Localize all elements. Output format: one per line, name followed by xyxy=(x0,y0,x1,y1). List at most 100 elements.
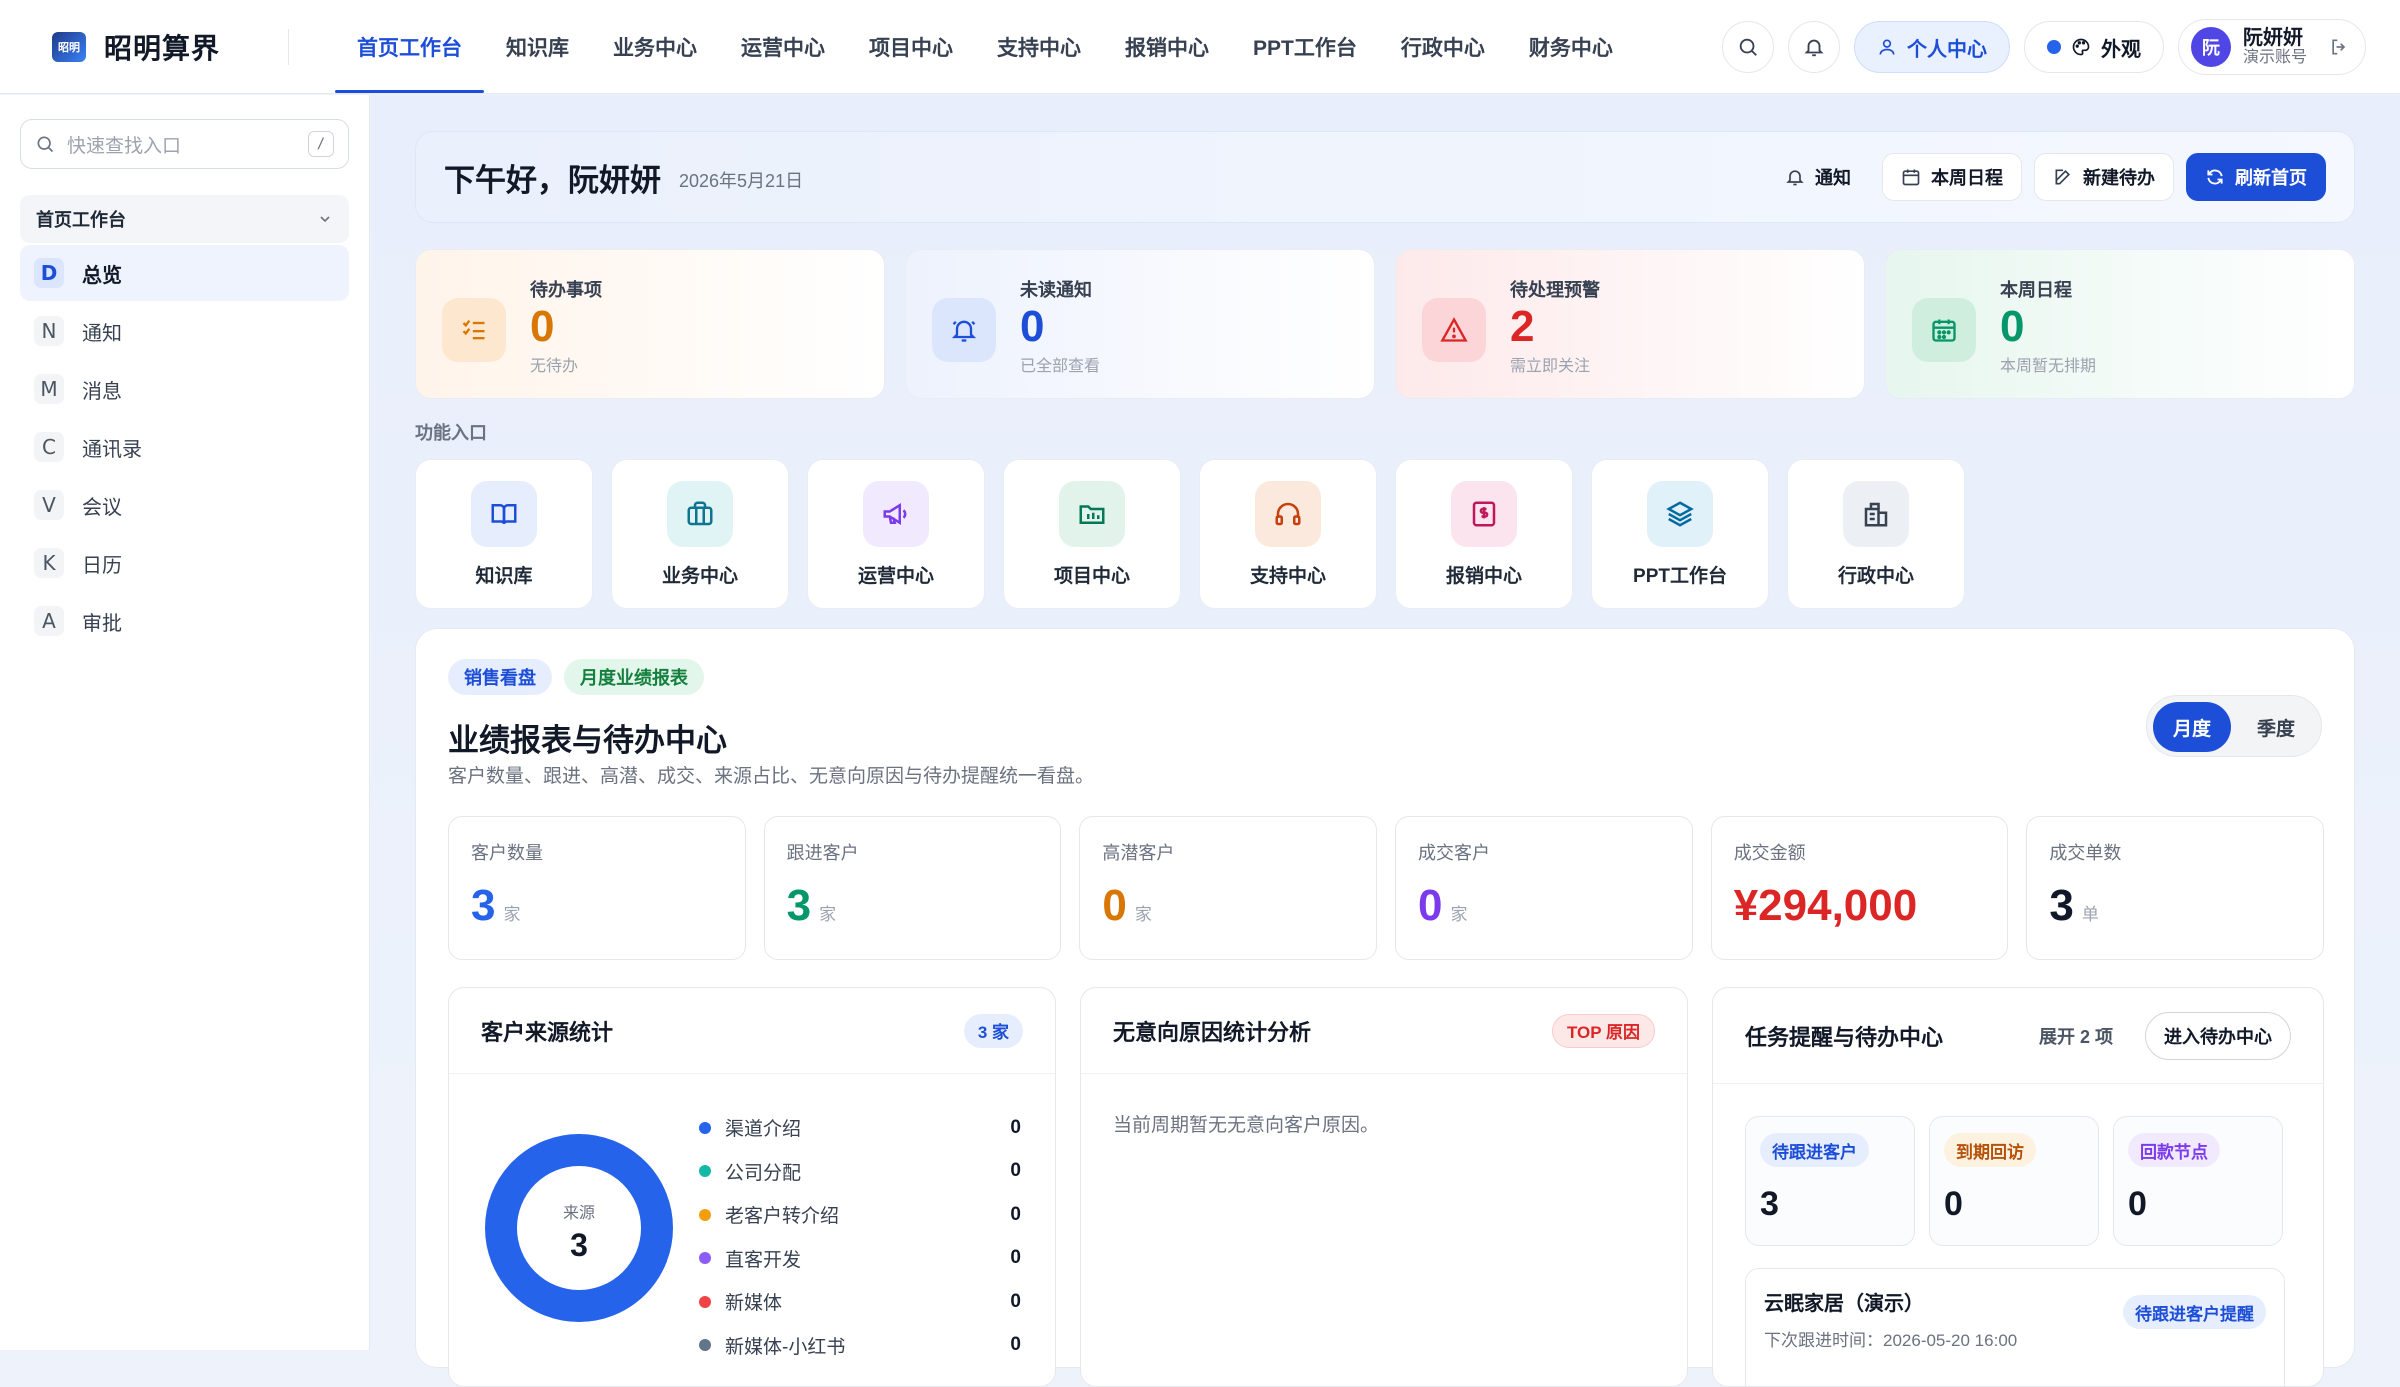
nav-item-projects[interactable]: 项目中心 xyxy=(847,0,975,93)
task-next-followup: 下次跟进时间：2026-05-20 16:00 xyxy=(1764,1331,2018,1350)
sidebar-search[interactable]: 快速查找入口 / xyxy=(20,119,349,169)
mini-card-follow-up[interactable]: 待跟进客户 3 xyxy=(1745,1116,1915,1246)
func-projects[interactable]: 项目中心 xyxy=(1003,459,1181,609)
mini-card-payment[interactable]: 回款节点 0 xyxy=(2113,1116,2283,1246)
panel-title: 客户来源统计 xyxy=(481,1019,614,1045)
greeting-banner: 下午好，阮妍妍 2026年5月21日 通知 本周日程 新建待办 刷新首页 xyxy=(415,131,2355,223)
main-content: 下午好，阮妍妍 2026年5月21日 通知 本周日程 新建待办 刷新首页 待办事… xyxy=(371,95,2400,1387)
notifications-button[interactable] xyxy=(1787,21,1840,73)
legend-value: 0 xyxy=(1010,1334,1021,1356)
megaphone-icon xyxy=(863,480,929,547)
legend-dot xyxy=(699,1121,711,1134)
legend-item: 老客户转介绍 0 xyxy=(699,1193,1021,1237)
legend-dot xyxy=(699,1252,711,1265)
func-label: 业务中心 xyxy=(661,565,738,587)
func-reimbursement[interactable]: 报销中心 xyxy=(1395,459,1573,609)
topbar-actions: 个人中心 外观 阮 阮妍妍 演示账号 xyxy=(1721,0,2366,94)
logout-icon[interactable] xyxy=(2329,37,2349,57)
search-placeholder: 快速查找入口 xyxy=(67,135,182,157)
personal-center-button[interactable]: 个人中心 xyxy=(1853,21,2010,73)
stat-card-week[interactable]: 本周日程 0 本周暂无排期 xyxy=(1885,249,2355,399)
sidebar-item-calendar[interactable]: K 日历 xyxy=(20,535,349,591)
nav-item-knowledge[interactable]: 知识库 xyxy=(484,0,591,93)
summary-stats: 待办事项 0 无待办 未读通知 0 已全部查看 待处理预警 2 需立即关注 本周… xyxy=(415,249,2355,399)
mini-value: 3 xyxy=(1760,1185,1779,1223)
sidebar-item-label: 会议 xyxy=(82,496,122,519)
nav-item-operations[interactable]: 运营中心 xyxy=(719,0,847,93)
stat-card-alerts[interactable]: 待处理预警 2 需立即关注 xyxy=(1395,249,1865,399)
mini-value: 0 xyxy=(1944,1185,1963,1223)
func-business[interactable]: 业务中心 xyxy=(611,459,789,609)
nav-item-reimbursement[interactable]: 报销中心 xyxy=(1103,0,1231,93)
func-support[interactable]: 支持中心 xyxy=(1199,459,1377,609)
kpi-closed-customers[interactable]: 成交客户 0家 xyxy=(1395,816,1693,960)
kpi-customers[interactable]: 客户数量 3家 xyxy=(448,816,746,960)
appearance-button[interactable]: 外观 xyxy=(2023,21,2164,73)
func-admin[interactable]: 行政中心 xyxy=(1787,459,1965,609)
week-schedule-button[interactable]: 本周日程 xyxy=(1882,153,2022,201)
legend-item: 新媒体 0 xyxy=(699,1280,1021,1324)
kpi-deal-count[interactable]: 成交单数 3单 xyxy=(2026,816,2325,960)
kpi-high-potential[interactable]: 高潜客户 0家 xyxy=(1079,816,1378,960)
tag-sales-board[interactable]: 销售看盘 xyxy=(448,659,552,695)
new-todo-button[interactable]: 新建待办 xyxy=(2034,153,2174,201)
sidebar-item-letter: K xyxy=(34,548,64,578)
brand[interactable]: 昭明 昭明算界 xyxy=(0,0,252,93)
kpi-label: 成交客户 xyxy=(1418,843,1491,863)
legend-name: 直客开发 xyxy=(725,1249,802,1271)
nav-item-ppt[interactable]: PPT工作台 xyxy=(1231,0,1379,93)
stat-sub: 需立即关注 xyxy=(1510,358,1591,375)
period-quarterly[interactable]: 季度 xyxy=(2237,702,2315,752)
kpi-label: 跟进客户 xyxy=(786,843,859,863)
kpi-deal-amount[interactable]: 成交金额 ¥294,000 xyxy=(1710,816,2009,960)
source-donut-chart[interactable]: 来源 3 xyxy=(479,1128,679,1328)
nav-item-business[interactable]: 业务中心 xyxy=(591,0,719,93)
brand-divider xyxy=(288,28,289,65)
user-menu[interactable]: 阮 阮妍妍 演示账号 xyxy=(2177,19,2366,75)
refresh-home-button[interactable]: 刷新首页 xyxy=(2186,153,2326,201)
refresh-icon xyxy=(2207,169,2223,185)
nav-item-support[interactable]: 支持中心 xyxy=(975,0,1103,93)
task-item[interactable]: 云眠家居（演示） 下次跟进时间：2026-05-20 16:00 待跟进客户提醒 xyxy=(1745,1268,2285,1386)
enter-todo-center-button[interactable]: 进入待办中心 xyxy=(2145,1011,2291,1060)
legend-dot xyxy=(699,1208,711,1221)
nav-item-admin[interactable]: 行政中心 xyxy=(1379,0,1507,93)
sidebar-item-notifications[interactable]: N 通知 xyxy=(20,303,349,359)
stat-card-unread[interactable]: 未读通知 0 已全部查看 xyxy=(905,249,1375,399)
legend-name: 老客户转介绍 xyxy=(725,1206,840,1228)
tag-monthly-report[interactable]: 月度业绩报表 xyxy=(564,659,704,695)
kpi-following[interactable]: 跟进客户 3家 xyxy=(763,816,1062,960)
sidebar-item-letter: V xyxy=(34,490,64,520)
nav-item-finance[interactable]: 财务中心 xyxy=(1507,0,1635,93)
performance-board: 销售看盘 月度业绩报表 业绩报表与待办中心 客户数量、跟进、高潜、成交、来源占比… xyxy=(415,628,2355,1387)
mini-card-revisit[interactable]: 到期回访 0 xyxy=(1929,1116,2099,1246)
sidebar-item-contacts[interactable]: C 通讯录 xyxy=(20,419,349,475)
stat-label: 未读通知 xyxy=(1020,280,1092,300)
period-monthly[interactable]: 月度 xyxy=(2153,702,2231,752)
sidebar-group-home[interactable]: 首页工作台 xyxy=(20,195,349,243)
sidebar-item-meetings[interactable]: V 会议 xyxy=(20,477,349,533)
receipt-icon xyxy=(1451,480,1517,547)
func-knowledge[interactable]: 知识库 xyxy=(415,459,593,609)
nav-item-home[interactable]: 首页工作台 xyxy=(335,0,484,93)
sidebar-group-title: 首页工作台 xyxy=(36,210,126,230)
sidebar-item-approvals[interactable]: A 审批 xyxy=(20,593,349,649)
folder-icon xyxy=(1059,480,1125,547)
stat-label: 待办事项 xyxy=(530,280,602,300)
global-search-button[interactable] xyxy=(1721,21,1774,73)
book-icon xyxy=(471,480,537,547)
stat-card-todos[interactable]: 待办事项 0 无待办 xyxy=(415,249,885,399)
notify-button[interactable]: 通知 xyxy=(1766,153,1870,201)
func-ppt[interactable]: PPT工作台 xyxy=(1591,459,1769,609)
sidebar-item-messages[interactable]: M 消息 xyxy=(20,361,349,417)
sidebar-item-overview[interactable]: D 总览 xyxy=(20,245,349,301)
bell-icon xyxy=(932,298,996,362)
sidebar-item-label: 总览 xyxy=(82,264,122,287)
legend-item: 直客开发 0 xyxy=(699,1237,1021,1281)
kpi-value: 3 xyxy=(2049,881,2074,930)
legend-item: 新媒体-小红书 0 xyxy=(699,1324,1021,1368)
expand-items-link[interactable]: 展开 2 项 xyxy=(2039,1023,2113,1049)
source-count-badge: 3 家 xyxy=(963,1013,1023,1048)
func-operations[interactable]: 运营中心 xyxy=(807,459,985,609)
sidebar-item-label: 通知 xyxy=(82,322,122,345)
